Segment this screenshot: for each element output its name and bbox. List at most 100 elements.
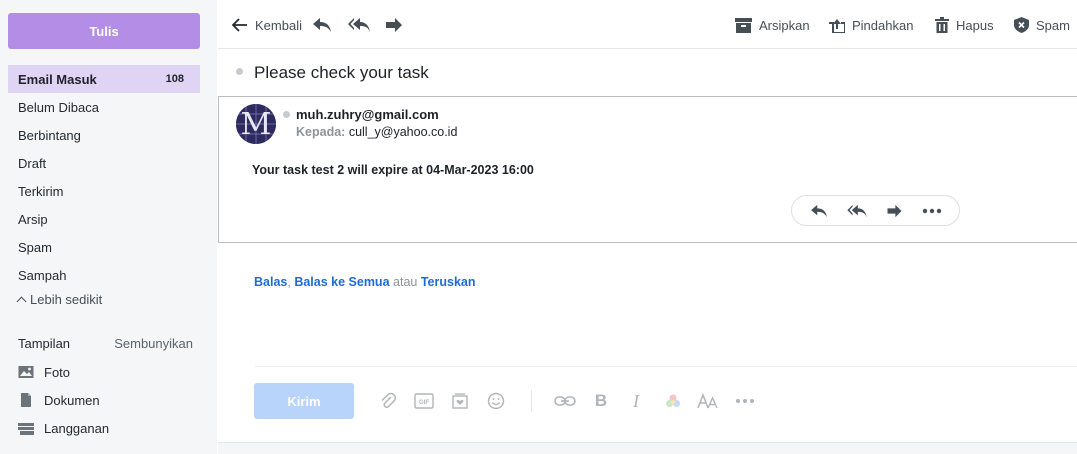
toolbar-divider xyxy=(531,390,532,412)
mail-app: Tulis Email Masuk 108 Belum Dibaca Berbi… xyxy=(0,0,1077,454)
back-button[interactable]: Kembali xyxy=(232,14,302,36)
sidebar-item-spam[interactable]: Spam xyxy=(8,233,200,261)
reply-all-icon xyxy=(847,204,867,217)
message-body: Your task test 2 will expire at 04-Mar-2… xyxy=(252,163,534,177)
card-forward-button[interactable] xyxy=(882,201,906,221)
gif-button[interactable]: GIF xyxy=(413,391,435,411)
avatar: M xyxy=(236,104,276,144)
recipient-row: Kepada: cull_y@yahoo.co.id xyxy=(296,125,457,139)
recipient-email[interactable]: cull_y@yahoo.co.id xyxy=(349,125,458,139)
archive-label: Arsipkan xyxy=(759,17,810,33)
emoji-button[interactable] xyxy=(485,391,507,411)
svg-text:GIF: GIF xyxy=(419,400,429,406)
reply-all-button[interactable] xyxy=(347,14,371,36)
sidebar-item-drafts[interactable]: Draft xyxy=(8,149,200,177)
reply-button[interactable] xyxy=(312,14,332,36)
bold-button[interactable]: B xyxy=(590,391,612,411)
move-button[interactable]: Pindahkan xyxy=(829,14,913,36)
paperclip-icon xyxy=(381,392,397,408)
delete-label: Hapus xyxy=(956,17,994,33)
document-icon xyxy=(21,393,31,407)
reply-all-link[interactable]: Balas ke Semua xyxy=(294,275,389,289)
more-icon xyxy=(922,208,942,213)
sidebar-item-archive[interactable]: Arsip xyxy=(8,205,200,233)
stationery-icon xyxy=(452,393,468,409)
message-actions xyxy=(791,195,960,226)
sidebar-item-subscriptions[interactable]: Langganan xyxy=(18,420,109,436)
more-options-button[interactable] xyxy=(734,391,756,411)
or-label: atau xyxy=(393,275,418,289)
link-button[interactable] xyxy=(554,391,576,411)
sidebar-item-trash[interactable]: Sampah xyxy=(8,261,200,289)
reply-all-icon xyxy=(348,18,370,32)
comma-separator: , xyxy=(287,275,291,289)
sidebar-item-inbox[interactable]: Email Masuk 108 xyxy=(8,65,200,93)
photo-icon xyxy=(18,366,34,378)
sidebar: Tulis Email Masuk 108 Belum Dibaca Berbi… xyxy=(0,0,217,454)
unread-count-badge: 108 xyxy=(165,73,184,85)
card-more-button[interactable] xyxy=(920,201,944,221)
sidebar-item-label: Arsip xyxy=(18,211,48,227)
link-icon xyxy=(554,396,576,406)
italic-icon: I xyxy=(633,390,639,411)
delete-button[interactable]: Hapus xyxy=(935,14,994,36)
forward-icon xyxy=(386,18,402,32)
sidebar-item-unread[interactable]: Belum Dibaca xyxy=(8,93,200,121)
message-toolbar: Kembali Arsipkan Pindahkan Hapus Spam xyxy=(218,0,1077,49)
archive-button[interactable]: Arsipkan xyxy=(735,14,810,36)
attach-button[interactable] xyxy=(377,391,399,411)
read-status-dot[interactable] xyxy=(236,68,243,75)
back-label: Kembali xyxy=(255,17,302,33)
text-color-button[interactable] xyxy=(662,391,684,411)
quick-reply-links: Balas, Balas ke Semua atau Teruskan xyxy=(254,275,476,289)
gif-icon: GIF xyxy=(414,393,434,409)
forward-link[interactable]: Teruskan xyxy=(421,275,476,289)
sidebar-item-label: Terkirim xyxy=(18,183,64,199)
move-label: Pindahkan xyxy=(852,17,914,33)
sidebar-item-starred[interactable]: Berbintang xyxy=(8,121,200,149)
font-size-button[interactable] xyxy=(697,391,719,411)
message-subject: Please check your task xyxy=(254,63,429,82)
sidebar-item-label: Belum Dibaca xyxy=(18,99,99,115)
shield-icon xyxy=(1014,17,1029,33)
views-hide-link[interactable]: Sembunyikan xyxy=(114,336,193,351)
sidebar-item-label: Berbintang xyxy=(18,127,81,143)
sidebar-item-sent[interactable]: Terkirim xyxy=(8,177,200,205)
sender-status-dot xyxy=(283,111,290,118)
views-title: Tampilan xyxy=(18,336,71,351)
stationery-button[interactable] xyxy=(449,391,471,411)
trash-icon xyxy=(935,17,949,33)
sidebar-item-label: Dokumen xyxy=(44,392,100,408)
sidebar-item-label: Langganan xyxy=(44,420,110,436)
more-icon xyxy=(736,399,754,403)
sidebar-item-label: Draft xyxy=(18,155,47,171)
forward-icon xyxy=(887,204,902,217)
folder-nav: Email Masuk 108 Belum Dibaca Berbintang … xyxy=(8,65,200,289)
archive-icon xyxy=(735,17,752,33)
font-size-icon xyxy=(697,393,718,409)
forward-button[interactable] xyxy=(385,14,403,36)
compose-button[interactable]: Tulis xyxy=(8,13,200,49)
subject-row: Please check your task xyxy=(218,49,1077,96)
reply-link[interactable]: Balas xyxy=(254,275,287,289)
show-less-label: Lebih sedikit xyxy=(30,292,103,307)
bottom-bar xyxy=(218,442,1077,454)
subscription-icon xyxy=(18,423,34,435)
italic-button[interactable]: I xyxy=(625,391,647,411)
sidebar-item-photos[interactable]: Foto xyxy=(18,364,70,380)
reply-icon xyxy=(811,204,827,217)
bold-icon: B xyxy=(594,391,608,410)
sidebar-item-label: Sampah xyxy=(18,267,67,283)
send-button[interactable]: Kirim xyxy=(254,383,354,419)
chevron-up-icon xyxy=(16,296,27,306)
sidebar-item-documents[interactable]: Dokumen xyxy=(18,392,100,408)
show-less-toggle[interactable]: Lebih sedikit xyxy=(16,292,103,307)
arrow-left-icon xyxy=(232,18,247,32)
composer-divider xyxy=(255,366,1077,367)
spam-button[interactable]: Spam xyxy=(1014,14,1070,36)
card-reply-button[interactable] xyxy=(807,201,831,221)
sender-email[interactable]: muh.zuhry@gmail.com xyxy=(296,107,439,122)
message-card: M muh.zuhry@gmail.com Kepada: cull_y@yah… xyxy=(218,96,1077,243)
views-header: Tampilan Sembunyikan xyxy=(18,336,193,351)
card-reply-all-button[interactable] xyxy=(845,201,869,221)
